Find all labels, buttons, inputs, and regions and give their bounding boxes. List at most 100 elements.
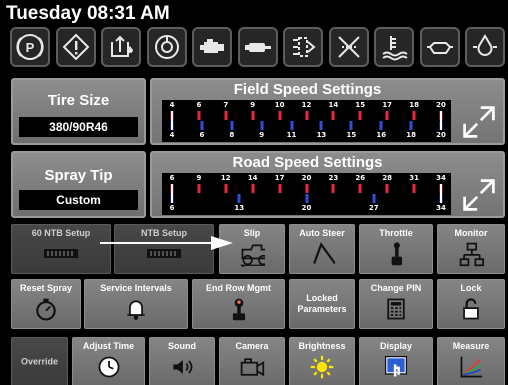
60-ntb-setup-label: 60 NTB Setup bbox=[31, 228, 91, 238]
lock-button[interactable]: Lock bbox=[437, 279, 505, 329]
road-speed-bottom-tick-mark bbox=[305, 194, 308, 203]
engine-check-icon bbox=[420, 27, 460, 67]
field-speed-scale[interactable]: 4 6 7 9 10 12 14 15 17 18 20 4 6 8 9 11 13 15 16 18 20 bbox=[162, 100, 451, 142]
road-speed-top-tick-label: 14 bbox=[247, 174, 258, 182]
road-speed-bottom-tick-mark bbox=[237, 194, 241, 203]
road-speed-top-tick-mark bbox=[305, 184, 308, 193]
road-speed-bottom-tick-label: 34 bbox=[436, 204, 446, 212]
monitor-button[interactable]: Monitor bbox=[437, 224, 505, 274]
spray-tip-value: Custom bbox=[19, 190, 138, 210]
field-speed-scale-right-bracket bbox=[440, 111, 442, 130]
tire-size-button[interactable]: Tire Size 380/90R46 bbox=[11, 78, 146, 145]
field-speed-top-tick-label: 15 bbox=[355, 101, 366, 109]
monitor-label: Monitor bbox=[454, 228, 488, 238]
steering-arrow-icon bbox=[313, 242, 335, 265]
override-button[interactable]: Override bbox=[11, 337, 68, 385]
road-speed-scale[interactable]: 6 9 12 14 17 20 23 26 28 31 34 6 13 20 27 34 bbox=[162, 173, 451, 215]
field-speed-top-tick-label: 10 bbox=[274, 101, 285, 109]
throttle-lever-icon bbox=[391, 242, 403, 266]
field-speed-bottom-tick-mark bbox=[409, 121, 413, 130]
road-speed-top-tick-label: 17 bbox=[274, 174, 285, 182]
measure-button[interactable]: Measure bbox=[437, 337, 505, 385]
field-speed-bottom-tick-label: 9 bbox=[259, 131, 265, 139]
field-speed-top-tick-label: 7 bbox=[223, 101, 229, 109]
override-label: Override bbox=[20, 356, 59, 367]
field-speed-top-tick-mark bbox=[278, 111, 282, 120]
sound-button[interactable]: Sound bbox=[149, 337, 215, 385]
camera-label: Camera bbox=[235, 341, 269, 351]
locked-parameters-button[interactable]: Locked Parameters bbox=[289, 279, 355, 329]
road-speed-scale-right-bracket bbox=[440, 184, 442, 203]
fuel-filter-icon bbox=[329, 27, 369, 67]
brightness-button[interactable]: Brightness bbox=[289, 337, 355, 385]
field-speed-bottom-tick-mark bbox=[230, 121, 234, 130]
road-speed-settings-panel[interactable]: Road Speed Settings 6 9 12 14 17 20 23 26 28 31 34… bbox=[150, 151, 505, 218]
expand-arrows-icon[interactable] bbox=[461, 173, 497, 217]
sound-label: Sound bbox=[168, 341, 196, 351]
field-speed-top-tick-label: 12 bbox=[301, 101, 312, 109]
service-intervals-label: Service Intervals bbox=[100, 283, 172, 293]
keypad-icon bbox=[387, 298, 405, 320]
ntb-wheel-icon bbox=[44, 249, 78, 258]
warning-icon-strip: P bbox=[10, 27, 505, 68]
adjust-time-label: Adjust Time bbox=[82, 341, 135, 351]
field-speed-bottom-tick-mark bbox=[200, 121, 204, 130]
display-button[interactable]: Display bbox=[359, 337, 433, 385]
engine-oil-pressure-icon bbox=[147, 27, 187, 67]
parking-brake-icon: P bbox=[10, 27, 50, 67]
road-speed-bottom-tick-label: 6 bbox=[169, 204, 175, 212]
road-speed-top-tick-mark bbox=[224, 184, 228, 193]
change-pin-label: Change PIN bbox=[370, 283, 422, 293]
60-ntb-setup-button[interactable]: 60 NTB Setup bbox=[11, 224, 111, 274]
change-pin-button[interactable]: Change PIN bbox=[359, 279, 433, 329]
throttle-button[interactable]: Throttle bbox=[359, 224, 433, 274]
reset-spray-label: Reset Spray bbox=[19, 283, 73, 293]
field-speed-top-tick-label: 4 bbox=[169, 101, 175, 109]
pointer-arrow-annotation bbox=[100, 236, 233, 250]
field-speed-top-tick-label: 6 bbox=[196, 101, 202, 109]
expand-arrows-icon[interactable] bbox=[461, 100, 497, 144]
auto-steer-button[interactable]: Auto Steer bbox=[289, 224, 355, 274]
road-speed-top-tick-label: 9 bbox=[196, 174, 202, 182]
field-speed-top-tick-mark bbox=[305, 111, 308, 120]
throttle-label: Throttle bbox=[379, 228, 413, 238]
field-speed-bottom-tick-mark bbox=[290, 121, 294, 130]
road-speed-bottom-tick-label: 20 bbox=[301, 204, 312, 212]
road-speed-top-tick-label: 20 bbox=[301, 174, 312, 182]
field-speed-bottom-tick-label: 13 bbox=[316, 131, 327, 139]
field-speed-top-tick-mark bbox=[412, 111, 416, 120]
road-speed-top-tick-label: 6 bbox=[169, 174, 175, 182]
bell-icon bbox=[127, 300, 145, 320]
sun-icon bbox=[310, 355, 334, 379]
camera-button[interactable]: Camera bbox=[219, 337, 285, 385]
warning-diamond-icon bbox=[56, 27, 96, 67]
stopwatch-icon bbox=[36, 298, 56, 321]
road-speed-scale-left-bracket bbox=[171, 184, 173, 203]
auto-steer-label: Auto Steer bbox=[299, 228, 345, 238]
road-speed-bottom-tick-mark bbox=[372, 194, 376, 203]
spray-tip-button[interactable]: Spray Tip Custom bbox=[11, 151, 146, 218]
road-speed-top-tick-mark bbox=[278, 184, 282, 193]
field-speed-top-tick-mark bbox=[197, 111, 201, 120]
spray-tip-label: Spray Tip bbox=[44, 167, 113, 184]
tire-size-value: 380/90R46 bbox=[19, 117, 138, 137]
coolant-level-icon bbox=[374, 27, 414, 67]
reset-spray-button[interactable]: Reset Spray bbox=[11, 279, 81, 329]
field-speed-scale-left-bracket bbox=[171, 111, 173, 130]
field-speed-settings-panel[interactable]: Field Speed Settings 4 6 7 9 10 12 14 15 17 18 20 4… bbox=[150, 78, 505, 145]
field-speed-top-tick-mark bbox=[331, 111, 335, 120]
road-speed-bottom-tick-label: 13 bbox=[234, 204, 245, 212]
display-label: Display bbox=[379, 341, 412, 351]
road-speed-top-tick-mark bbox=[358, 184, 362, 193]
field-speed-bottom-tick-label: 20 bbox=[436, 131, 446, 139]
graph-icon bbox=[460, 356, 483, 378]
adjust-time-button[interactable]: Adjust Time bbox=[72, 337, 145, 385]
end-row-mgmt-button[interactable]: End Row Mgmt bbox=[192, 279, 285, 329]
service-intervals-button[interactable]: Service Intervals bbox=[84, 279, 188, 329]
road-speed-top-tick-mark bbox=[331, 184, 335, 193]
field-speed-bottom-tick-label: 15 bbox=[346, 131, 357, 139]
end-row-mgmt-label: End Row Mgmt bbox=[206, 283, 271, 293]
road-speed-top-tick-mark bbox=[385, 184, 389, 193]
field-speed-bottom-tick-mark bbox=[349, 121, 353, 130]
speaker-icon bbox=[173, 360, 193, 374]
